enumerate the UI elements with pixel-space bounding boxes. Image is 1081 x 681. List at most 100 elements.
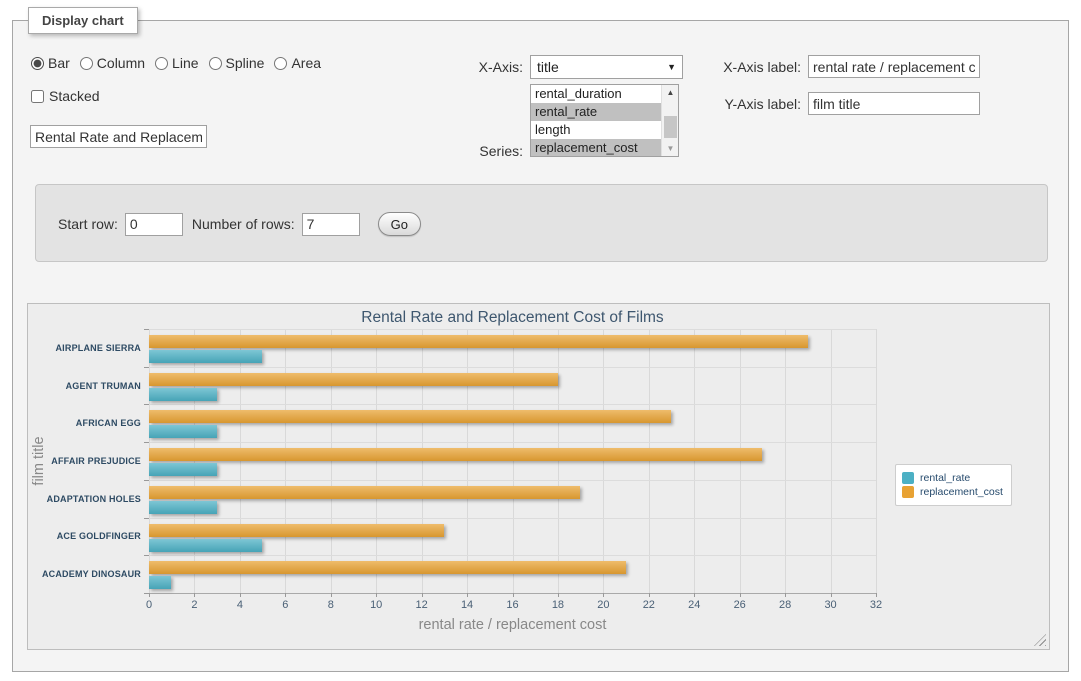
x-axis-tick bbox=[740, 593, 741, 597]
rows-controls: Start row: Number of rows: Go bbox=[58, 212, 421, 236]
category-label: AFFAIR PREJUDICE bbox=[1, 456, 141, 466]
start-row-input[interactable] bbox=[125, 213, 183, 236]
category-label: AGENT TRUMAN bbox=[1, 381, 141, 391]
series-option-length[interactable]: length bbox=[531, 121, 661, 139]
chart-type-radio-area[interactable] bbox=[274, 57, 287, 70]
x-axis-tick bbox=[240, 593, 241, 597]
bar-rental_rate bbox=[149, 350, 262, 363]
x-axis-tick bbox=[376, 593, 377, 597]
bar-replacement_cost bbox=[149, 448, 762, 461]
resize-grip-icon[interactable] bbox=[1034, 634, 1046, 646]
stacked-checkbox-row[interactable]: Stacked bbox=[31, 88, 100, 104]
x-axis-title: rental rate / replacement cost bbox=[149, 617, 876, 633]
bar-rental_rate bbox=[149, 463, 217, 476]
gridline bbox=[149, 329, 876, 330]
x-axis-selected-value: title bbox=[537, 56, 559, 78]
x-axis-label-input[interactable] bbox=[808, 55, 980, 78]
x-axis-tick bbox=[649, 593, 650, 597]
chart-type-option-line[interactable]: Line bbox=[155, 55, 198, 71]
legend-item-replacement_cost[interactable]: replacement_cost bbox=[902, 486, 1003, 498]
x-tick-label: 6 bbox=[265, 599, 305, 611]
bar-replacement_cost bbox=[149, 486, 580, 499]
chart-type-option-column[interactable]: Column bbox=[80, 55, 145, 71]
num-rows-input[interactable] bbox=[302, 213, 360, 236]
series-option-rental_rate[interactable]: rental_rate bbox=[531, 103, 661, 121]
legend-swatch bbox=[902, 472, 914, 484]
legend-label: rental_rate bbox=[920, 472, 970, 484]
x-tick-label: 18 bbox=[538, 599, 578, 611]
chart-type-text: Bar bbox=[48, 55, 70, 71]
y-axis-title: film title bbox=[31, 391, 47, 531]
x-axis-tick bbox=[194, 593, 195, 597]
x-tick-label: 28 bbox=[765, 599, 805, 611]
y-axis-label-input[interactable] bbox=[808, 92, 980, 115]
fieldset-legend: Display chart bbox=[28, 7, 138, 34]
gridline bbox=[149, 367, 876, 368]
x-axis-tick bbox=[422, 593, 423, 597]
chevron-down-icon: ▼ bbox=[667, 56, 682, 78]
go-button[interactable]: Go bbox=[378, 212, 421, 236]
bar-rental_rate bbox=[149, 388, 217, 401]
x-tick-label: 32 bbox=[856, 599, 896, 611]
x-tick-label: 30 bbox=[811, 599, 851, 611]
x-axis-tick bbox=[467, 593, 468, 597]
x-tick-label: 16 bbox=[493, 599, 533, 611]
x-tick-label: 22 bbox=[629, 599, 669, 611]
series-multiselect[interactable]: rental_durationrental_ratelengthreplacem… bbox=[530, 84, 679, 157]
x-axis-label-label: X-Axis label: bbox=[690, 59, 801, 75]
x-tick-label: 0 bbox=[129, 599, 169, 611]
gridline bbox=[785, 329, 786, 593]
stacked-checkbox[interactable] bbox=[31, 90, 44, 103]
chart-type-text: Spline bbox=[226, 55, 265, 71]
x-axis-tick bbox=[603, 593, 604, 597]
series-options: rental_durationrental_ratelengthreplacem… bbox=[531, 85, 661, 156]
y-axis-tick bbox=[144, 555, 149, 556]
bar-rental_rate bbox=[149, 576, 171, 589]
gridline bbox=[149, 518, 876, 519]
bar-replacement_cost bbox=[149, 561, 626, 574]
y-axis-tick bbox=[144, 367, 149, 368]
scroll-up-icon[interactable]: ▲ bbox=[662, 85, 679, 100]
x-axis-tick bbox=[558, 593, 559, 597]
bar-replacement_cost bbox=[149, 524, 444, 537]
legend-swatch bbox=[902, 486, 914, 498]
display-chart-page: Display chart Bar Column Line Spline Area St… bbox=[0, 0, 1081, 681]
chart-type-option-spline[interactable]: Spline bbox=[209, 55, 265, 71]
legend-item-rental_rate[interactable]: rental_rate bbox=[902, 472, 1003, 484]
gridline bbox=[149, 442, 876, 443]
chart-type-radio-bar[interactable] bbox=[31, 57, 44, 70]
chart-type-radio-column[interactable] bbox=[80, 57, 93, 70]
scroll-down-icon[interactable]: ▼ bbox=[662, 141, 679, 156]
scrollbar[interactable]: ▲ ▼ bbox=[661, 85, 678, 156]
chart-title: Rental Rate and Replacement Cost of Film… bbox=[149, 309, 876, 327]
category-label: AIRPLANE SIERRA bbox=[1, 343, 141, 353]
bar-rental_rate bbox=[149, 501, 217, 514]
chart-type-option-bar[interactable]: Bar bbox=[31, 55, 70, 71]
x-tick-label: 2 bbox=[174, 599, 214, 611]
scrollbar-thumb[interactable] bbox=[664, 116, 677, 138]
y-axis-label-label: Y-Axis label: bbox=[690, 96, 801, 112]
chart-container: Rental Rate and Replacement Cost of Film… bbox=[27, 303, 1050, 650]
y-axis-tick bbox=[144, 442, 149, 443]
x-axis-tick bbox=[785, 593, 786, 597]
x-axis-select[interactable]: title ▼ bbox=[530, 55, 683, 79]
chart-type-radio-spline[interactable] bbox=[209, 57, 222, 70]
chart-type-radio-line[interactable] bbox=[155, 57, 168, 70]
x-axis-tick bbox=[285, 593, 286, 597]
gridline bbox=[149, 480, 876, 481]
series-option-replacement_cost[interactable]: replacement_cost bbox=[531, 139, 661, 157]
x-axis-tick bbox=[876, 593, 877, 597]
category-label: ACE GOLDFINGER bbox=[1, 531, 141, 541]
chart-legend: rental_rate replacement_cost bbox=[895, 464, 1012, 506]
x-axis-label: X-Axis: bbox=[430, 59, 523, 75]
legend-label: replacement_cost bbox=[920, 486, 1003, 498]
series-option-rental_duration[interactable]: rental_duration bbox=[531, 85, 661, 103]
chart-type-text: Column bbox=[97, 55, 145, 71]
x-tick-label: 20 bbox=[583, 599, 623, 611]
chart-type-option-area[interactable]: Area bbox=[274, 55, 321, 71]
chart-title-input[interactable] bbox=[30, 125, 207, 148]
x-axis-tick bbox=[331, 593, 332, 597]
bar-rental_rate bbox=[149, 539, 262, 552]
x-tick-label: 24 bbox=[674, 599, 714, 611]
category-label: AFRICAN EGG bbox=[1, 418, 141, 428]
